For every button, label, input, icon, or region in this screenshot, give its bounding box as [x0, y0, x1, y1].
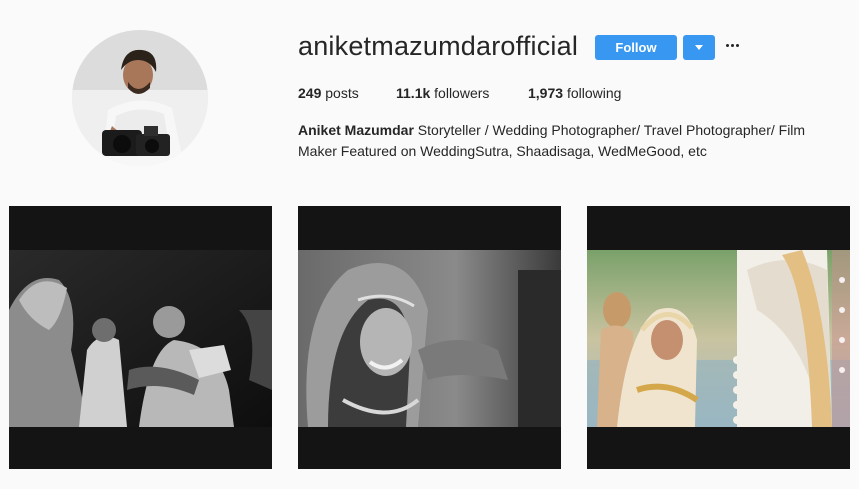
- avatar[interactable]: [72, 30, 208, 166]
- avatar-photo: [72, 30, 208, 166]
- following-link[interactable]: 1,973 following: [528, 85, 621, 101]
- more-options-icon[interactable]: [725, 38, 741, 54]
- post-image: [587, 250, 850, 427]
- following-label: following: [566, 85, 622, 101]
- following-count: 1,973: [528, 85, 564, 101]
- post-thumbnail[interactable]: [587, 206, 850, 469]
- posts-stat: 249 posts: [298, 85, 359, 101]
- post-image: [298, 250, 561, 427]
- followers-link[interactable]: 11.1k followers: [396, 85, 489, 101]
- post-image: [9, 250, 272, 427]
- post-thumbnail[interactable]: [298, 206, 561, 469]
- profile-bio: Aniket Mazumdar Storyteller / Wedding Ph…: [298, 120, 838, 162]
- suggestions-dropdown-button[interactable]: [683, 35, 715, 60]
- profile-page: aniketmazumdarofficial Follow 249 posts …: [0, 0, 859, 489]
- follow-button[interactable]: Follow: [595, 35, 677, 60]
- chevron-down-icon: [695, 45, 703, 50]
- posts-label: posts: [325, 85, 359, 101]
- followers-label: followers: [434, 85, 490, 101]
- full-name: Aniket Mazumdar: [298, 122, 414, 138]
- username: aniketmazumdarofficial: [298, 31, 579, 61]
- followers-count: 11.1k: [396, 85, 431, 101]
- posts-count: 249: [298, 85, 322, 101]
- post-thumbnail[interactable]: [9, 206, 272, 469]
